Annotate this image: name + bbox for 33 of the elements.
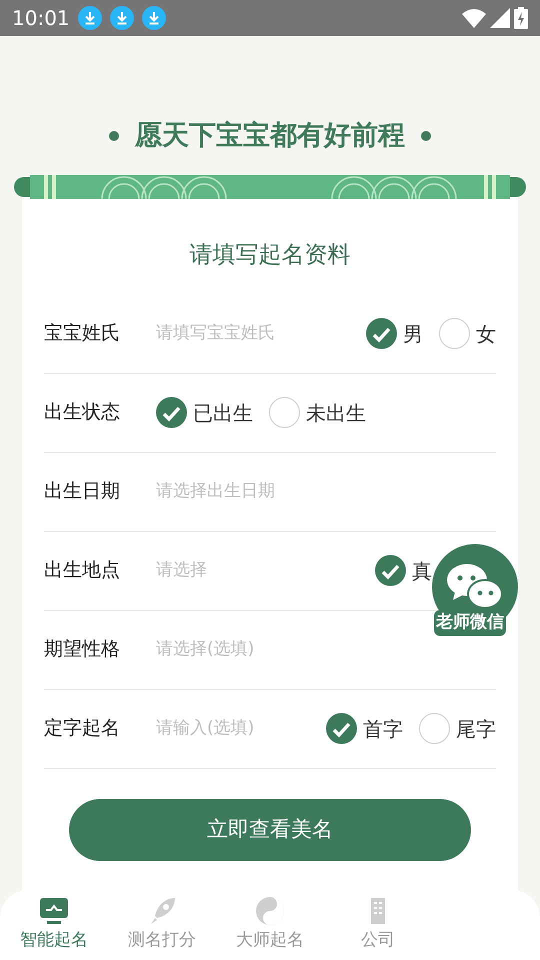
input-field[interactable]: 请选择 bbox=[156, 558, 375, 584]
input-field[interactable]: 请输入(选填) bbox=[156, 716, 326, 742]
download-icon bbox=[78, 6, 102, 30]
field-label: 出生状态 bbox=[44, 400, 121, 426]
monitor-icon bbox=[39, 896, 69, 926]
download-icon bbox=[110, 6, 134, 30]
radio-option[interactable]: 尾字 bbox=[419, 713, 496, 744]
download-icon bbox=[142, 6, 166, 30]
signal-icon bbox=[490, 8, 510, 28]
field-label: 期望性格 bbox=[44, 637, 121, 662]
radio-option[interactable]: 女 bbox=[439, 318, 496, 349]
radio-option[interactable]: 未出生 bbox=[269, 397, 366, 428]
radio-option[interactable]: 真 bbox=[375, 555, 432, 586]
status-time: 10:01 bbox=[12, 5, 70, 32]
radio-option[interactable]: 男 bbox=[366, 318, 423, 349]
radio-option[interactable]: 首字 bbox=[326, 713, 403, 744]
banner-title: 愿天下宝宝都有好前程 bbox=[135, 118, 405, 153]
input-field[interactable]: 请选择出生日期 bbox=[156, 478, 496, 504]
field-label: 宝宝姓氏 bbox=[44, 321, 121, 346]
field-label: 出生地点 bbox=[44, 558, 121, 584]
input-field[interactable]: 请填写宝宝姓氏 bbox=[156, 320, 366, 346]
dot-icon bbox=[109, 131, 119, 141]
nav-tab[interactable]: 智能起名 bbox=[0, 896, 108, 960]
battery-icon bbox=[514, 7, 528, 29]
radio-option[interactable]: 已出生 bbox=[156, 397, 253, 428]
submit-button[interactable]: 立即查看美名 bbox=[69, 798, 471, 860]
wifi-icon bbox=[462, 8, 486, 28]
input-field[interactable]: 请选择(选填) bbox=[156, 636, 496, 662]
form-heading: 请填写起名资料 bbox=[188, 241, 352, 270]
field-label: 定字起名 bbox=[44, 716, 121, 742]
dot-icon bbox=[421, 131, 431, 141]
field-label: 出生日期 bbox=[44, 479, 121, 504]
yin-yang-icon bbox=[255, 896, 285, 926]
